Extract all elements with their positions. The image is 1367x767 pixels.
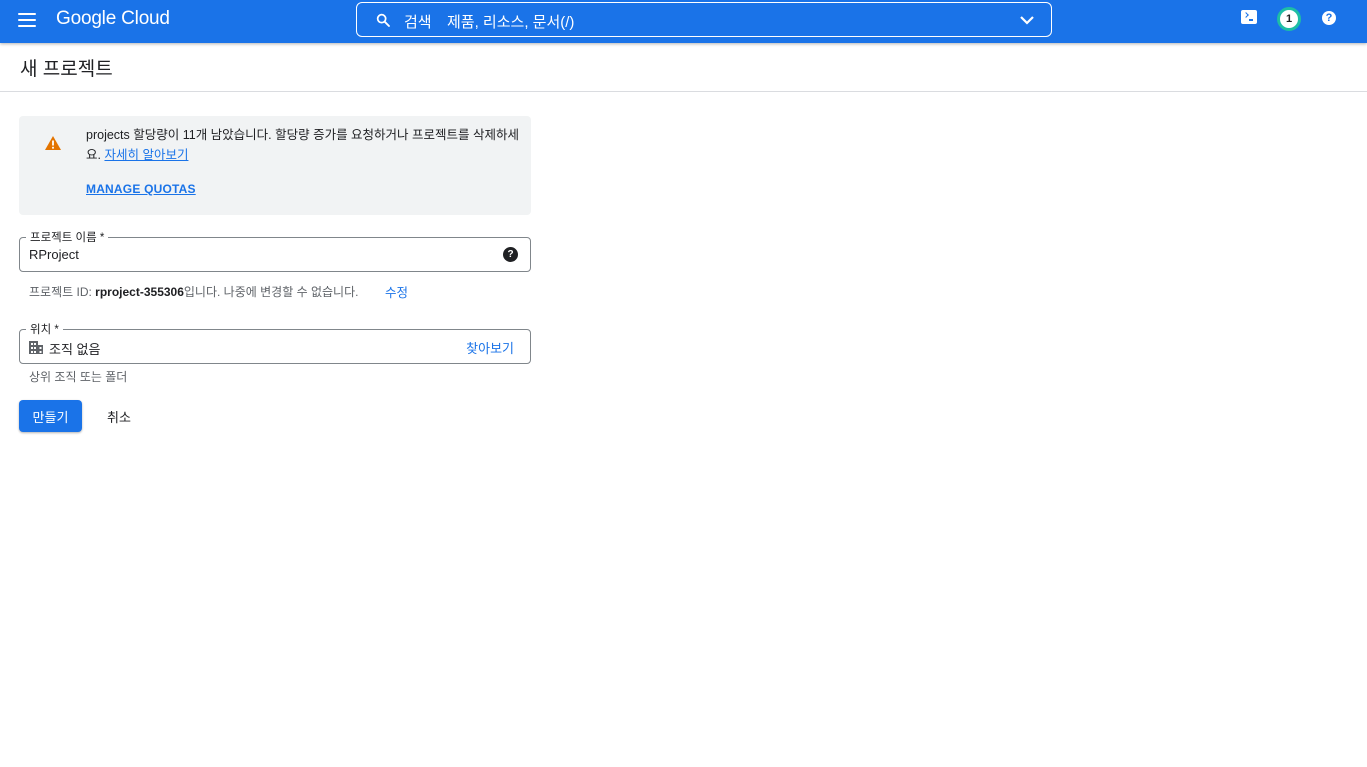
chevron-down-icon[interactable] xyxy=(1019,13,1035,27)
alert-message: projects 할당량이 11개 남았습니다. 할당량 증가를 요청하거나 프… xyxy=(86,128,520,162)
warning-icon xyxy=(45,136,61,150)
project-name-field[interactable]: 프로젝트 이름 * RProject ? xyxy=(19,229,531,272)
manage-quotas-link[interactable]: MANAGE QUOTAS xyxy=(86,182,196,196)
location-value: 조직 없음 xyxy=(49,342,101,357)
search-input[interactable]: 제품, 리소스, 문서(/) xyxy=(447,11,574,32)
edit-project-id-button[interactable]: 수정 xyxy=(385,282,408,301)
project-id-value: rproject-355306 xyxy=(95,285,184,299)
notifications-badge[interactable]: 1 xyxy=(1277,7,1301,31)
search-bar[interactable]: 검색 제품, 리소스, 문서(/) xyxy=(356,2,1052,37)
cancel-button[interactable]: 취소 xyxy=(96,400,142,432)
project-name-label: 프로젝트 이름 * xyxy=(26,229,109,245)
search-icon xyxy=(376,13,390,27)
cloud-shell-icon[interactable] xyxy=(1241,10,1257,24)
quota-alert: projects 할당량이 11개 남았습니다. 할당량 증가를 요청하거나 프… xyxy=(19,116,531,215)
location-hint: 상위 조직 또는 폴더 xyxy=(29,370,128,384)
help-icon[interactable]: ? xyxy=(1322,11,1336,25)
browse-button[interactable]: 찾아보기 xyxy=(466,338,514,357)
learn-more-link[interactable]: 자세히 알아보기 xyxy=(104,148,188,162)
page-title: 새 프로젝트 xyxy=(20,59,113,80)
building-icon xyxy=(29,341,43,354)
help-circle-icon[interactable]: ? xyxy=(503,247,518,262)
project-name-input[interactable]: RProject xyxy=(29,247,79,262)
top-app-bar: Google Cloud 검색 제품, 리소스, 문서(/) 1 ? xyxy=(0,0,1367,43)
brand-logo[interactable]: Google Cloud xyxy=(56,8,170,30)
location-label: 위치 * xyxy=(26,321,63,337)
menu-icon[interactable] xyxy=(16,9,38,31)
create-button[interactable]: 만들기 xyxy=(19,400,82,432)
project-id-hint: 프로젝트 ID: rproject-355306입니다. 나중에 변경할 수 없… xyxy=(29,285,359,299)
search-label: 검색 xyxy=(404,14,432,31)
divider xyxy=(0,91,1367,92)
location-field[interactable]: 위치 * 조직 없음 찾아보기 xyxy=(19,321,531,364)
